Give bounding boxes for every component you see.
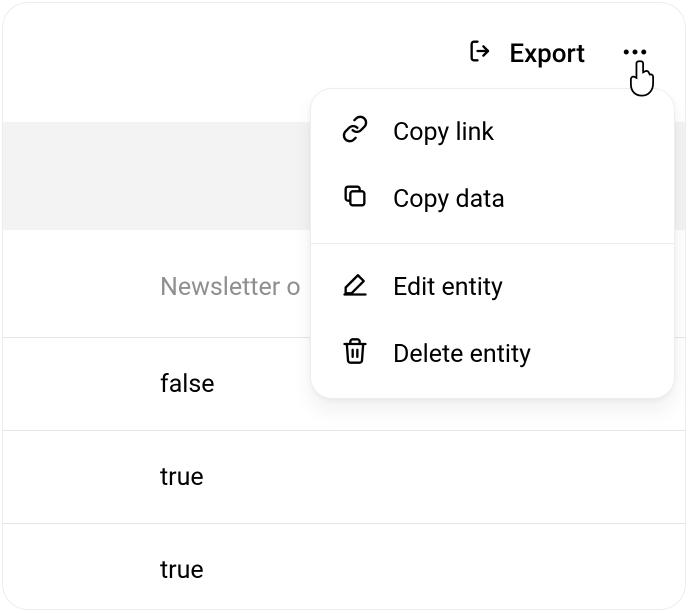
menu-item-copy-data[interactable]: Copy data xyxy=(311,166,674,233)
edit-icon xyxy=(341,270,369,305)
export-icon xyxy=(467,37,495,72)
menu-section: Copy link Copy data xyxy=(311,89,674,243)
menu-item-copy-link[interactable]: Copy link xyxy=(311,99,674,166)
column-header-label: Newsletter o xyxy=(160,273,301,302)
cell-value: true xyxy=(160,463,204,492)
more-icon xyxy=(620,37,650,71)
link-icon xyxy=(341,115,369,150)
context-menu: Copy link Copy data xyxy=(310,88,675,399)
menu-item-label: Delete entity xyxy=(393,340,531,369)
topbar: Export xyxy=(3,3,685,83)
table-row[interactable]: true xyxy=(3,523,685,610)
cell-value: true xyxy=(160,556,204,585)
more-button[interactable] xyxy=(617,36,653,72)
table-row[interactable]: true xyxy=(3,430,685,523)
menu-item-label: Copy data xyxy=(393,185,505,214)
menu-item-edit-entity[interactable]: Edit entity xyxy=(311,254,674,321)
export-button[interactable]: Export xyxy=(467,37,585,72)
trash-icon xyxy=(341,337,369,372)
menu-item-delete-entity[interactable]: Delete entity xyxy=(311,321,674,388)
cell-value: false xyxy=(160,370,215,399)
menu-item-label: Edit entity xyxy=(393,273,503,302)
copy-icon xyxy=(341,182,369,217)
menu-section: Edit entity Delete entity xyxy=(311,244,674,398)
app-frame: Export Newsletter o false true true xyxy=(2,2,686,610)
export-label: Export xyxy=(509,39,585,69)
menu-item-label: Copy link xyxy=(393,118,494,147)
